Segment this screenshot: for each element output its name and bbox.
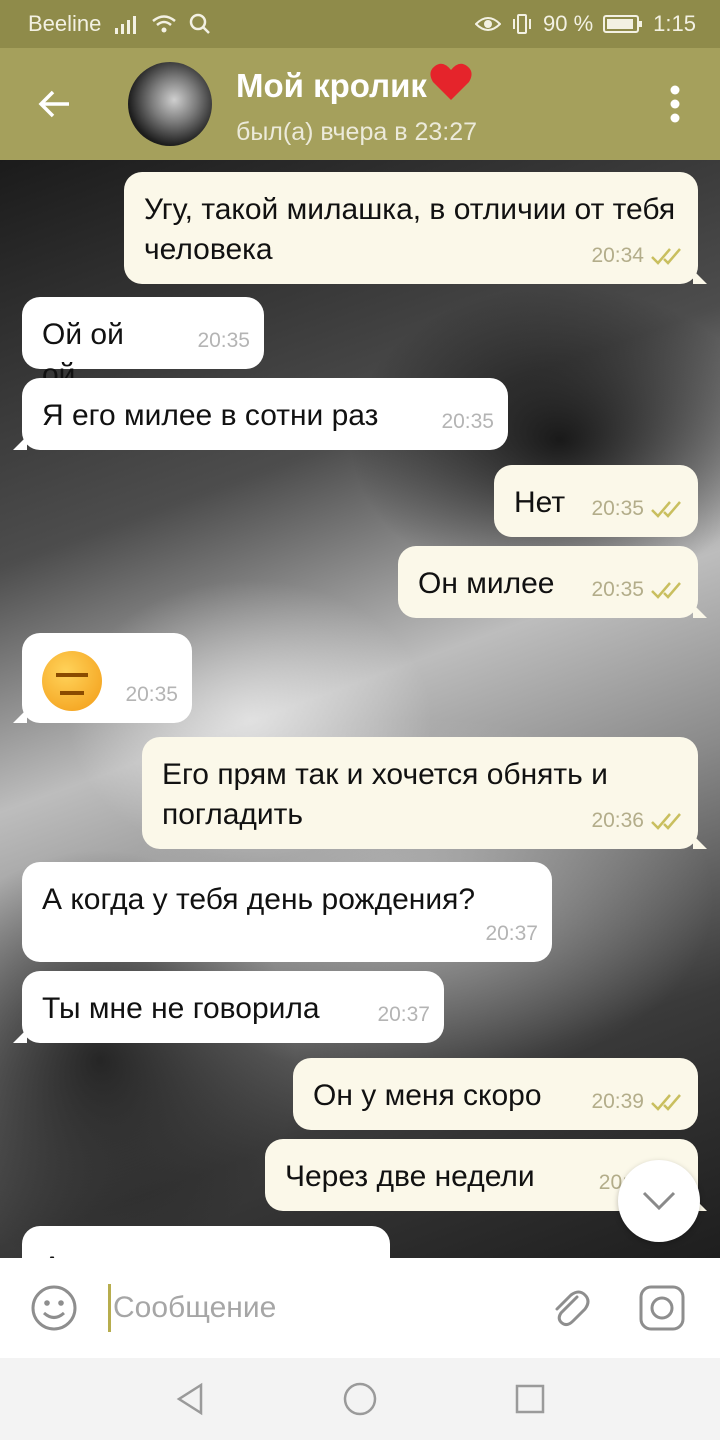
eye-icon [475,15,502,33]
message-time: 20:34 [591,244,644,267]
double-check-icon [651,501,681,518]
message-meta: 20:35 [441,402,494,442]
message-outgoing[interactable]: Он у меня скоро 20:39 [293,1058,698,1130]
double-check-icon [651,813,681,830]
message-meta: 20:35 [591,489,684,529]
arrow-left-icon [38,90,69,118]
scroll-down-button[interactable] [618,1160,700,1242]
camera-icon [639,1285,685,1331]
message-text: Я его милее в сотни раз [42,399,379,432]
message-time: 20:36 [591,809,644,832]
wifi-icon [151,14,177,34]
message-incoming[interactable]: А когда у тебя день рождения? 20:37 [22,862,552,962]
smiley-icon [31,1285,77,1331]
message-outgoing[interactable]: Его прям так и хочется обнять и погладит… [142,737,707,849]
message-meta: 20:35 [197,321,250,361]
triangle-back-icon [176,1382,203,1416]
paperclip-icon [555,1290,590,1327]
last-seen-status: был(а) вчера в 23:27 [236,117,478,146]
nav-recents-button[interactable] [500,1369,560,1429]
search-icon [189,13,211,35]
nav-home-button[interactable] [330,1369,390,1429]
back-button[interactable] [0,48,110,160]
carrier-name: Beeline [28,11,102,36]
chat-title: Мой кролик [236,62,477,110]
message-meta: 20:35 [125,675,178,715]
message-time: 20:35 [591,497,644,520]
clock: 1:15 [653,11,696,36]
message-meta: 20:37 [377,995,430,1035]
square-recents-icon [515,1384,545,1414]
battery-percent: 90 % [543,11,594,36]
heart-icon [429,62,473,110]
message-text: А если потонее... [42,1248,370,1258]
signal-icon [113,14,139,34]
message-time: 20:37 [485,922,538,945]
attach-button[interactable] [524,1258,616,1358]
message-incoming[interactable]: Ты мне не говорила 20:37 [13,971,444,1043]
chat-header: Мой кролик был(а) вчера в 23:27 [0,48,720,160]
message-time: 20:37 [377,1003,430,1026]
more-vertical-icon [670,85,680,123]
avatar[interactable] [128,62,212,146]
message-meta: 20:36 [591,801,684,841]
status-bar: Beeline 90 % 1:15 [0,0,720,48]
system-nav-bar [0,1358,720,1440]
message-time: 20:39 [591,1090,644,1113]
chat-info[interactable]: Мой кролик был(а) вчера в 23:27 [236,62,477,147]
message-meta: 20:37 [485,914,538,954]
message-text: А когда у тебя день рождения? [42,883,476,916]
chevron-down-icon [642,1191,676,1211]
message-input-placeholder: Сообщение [113,1291,277,1324]
nav-back-button[interactable] [160,1369,220,1429]
message-incoming-emoji[interactable]: 20:35 [13,633,192,723]
message-time: 20:35 [197,329,250,352]
message-input[interactable]: Сообщение [108,1258,524,1358]
message-time: 20:35 [441,410,494,433]
chat-name: Мой кролик [236,66,427,104]
message-time: 20:35 [591,578,644,601]
message-meta: 20:35 [591,570,684,610]
circle-home-icon [343,1382,377,1416]
text-cursor [108,1284,111,1332]
message-meta: 20:34 [591,236,684,276]
message-text: Ты мне не говорила [42,992,320,1025]
camera-button[interactable] [616,1258,708,1358]
double-check-icon [651,1094,681,1111]
message-incoming[interactable]: Я его милее в сотни раз 20:35 [13,378,508,450]
message-outgoing[interactable]: Угу, такой милашка, в отличии от тебя че… [124,172,707,284]
emoji-button[interactable] [0,1258,108,1358]
message-composer: Сообщение [0,1258,720,1358]
message-incoming[interactable]: Ой ой ой 20:35 [22,297,264,391]
battery-icon [603,14,643,34]
message-incoming[interactable]: А если потонее... [22,1226,390,1258]
chat-messages[interactable]: Угу, такой милашка, в отличии от тебя че… [0,160,720,1258]
message-time: 20:35 [125,683,178,706]
vibrate-icon [511,13,533,35]
message-meta: 20:39 [591,1082,684,1122]
double-check-icon [651,582,681,599]
message-outgoing[interactable]: Нет 20:35 [494,465,698,537]
expressionless-face-icon [42,651,102,711]
double-check-icon [651,248,681,265]
more-menu-button[interactable] [630,48,720,160]
message-outgoing[interactable]: Он милее 20:35 [398,546,707,618]
